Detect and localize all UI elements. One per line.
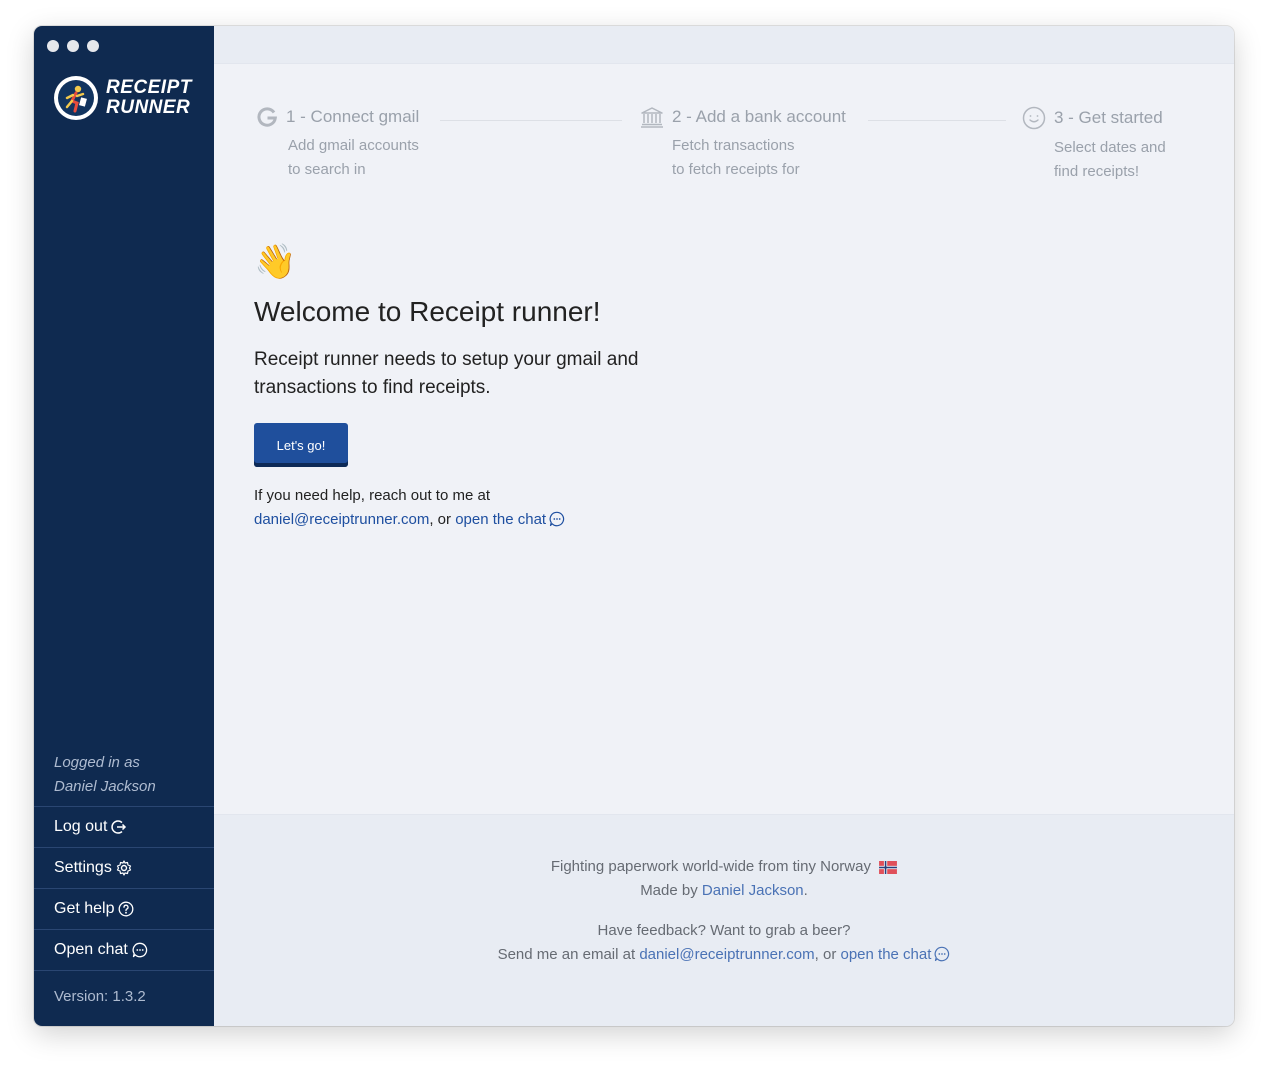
step-desc-line1: Fetch transactions [672, 137, 795, 154]
norway-flag-icon [879, 860, 898, 874]
email-link[interactable]: daniel@receiptrunner.com [254, 511, 429, 528]
period: . [803, 882, 808, 899]
step-get-started: 3 - Get started Select dates and find re… [1022, 106, 1166, 184]
get-help-label: Get help [54, 900, 115, 917]
step-connect-gmail: 1 - Connect gmail Add gmail accounts to … [256, 106, 419, 182]
open-chat-button[interactable]: Open chat [34, 929, 214, 971]
logout-button[interactable]: Log out [34, 806, 214, 847]
maximize-window-button[interactable] [87, 40, 99, 52]
step-add-bank: 2 - Add a bank account Fetch transaction… [640, 106, 846, 182]
user-name: Daniel Jackson [54, 778, 156, 795]
help-circle-icon [119, 901, 134, 917]
runner-logo-icon [54, 76, 98, 120]
footer-made-by: Made by Daniel Jackson. [214, 879, 1234, 903]
settings-button[interactable]: Settings [34, 847, 214, 888]
google-g-icon [257, 107, 277, 127]
open-chat-label: Open chat [54, 941, 128, 958]
top-bar [214, 26, 1234, 64]
help-text: If you need help, reach out to me at dan… [254, 484, 565, 532]
version-label: Version: 1.3.2 [54, 988, 146, 1005]
open-chat-link[interactable]: open the chat [455, 511, 565, 528]
or-text: , or [814, 946, 837, 963]
window-controls [47, 40, 99, 52]
footer-feedback: Have feedback? Want to grab a beer? [597, 922, 851, 939]
logo-line1: RECEIPT [106, 77, 192, 98]
logged-in-label: Logged in as [54, 754, 140, 771]
bank-icon [641, 107, 663, 128]
minimize-window-button[interactable] [67, 40, 79, 52]
logout-label: Log out [54, 818, 108, 835]
step-desc-line2: to search in [288, 161, 366, 178]
footer-open-chat-link[interactable]: open the chat [841, 946, 951, 963]
step-title: 3 - Get started [1054, 108, 1163, 127]
footer-email-link[interactable]: daniel@receiptrunner.com [639, 946, 814, 963]
step-connector [440, 120, 622, 121]
lets-go-button[interactable]: Let's go! [254, 423, 348, 467]
step-desc-line1: Add gmail accounts [288, 137, 419, 154]
help-intro: If you need help, reach out to me at [254, 487, 490, 504]
footer-chat-label: open the chat [840, 946, 932, 963]
gear-icon [116, 860, 131, 876]
footer-contact: Send me an email at daniel@receiptrunner… [214, 943, 1234, 967]
author-link[interactable]: Daniel Jackson [702, 882, 804, 899]
logout-icon [111, 820, 127, 834]
step-connector [868, 120, 1006, 121]
footer: Fighting paperwork world-wide from tiny … [214, 814, 1234, 1026]
open-chat-link-label: open the chat [455, 511, 547, 528]
welcome-intro: Receipt runner needs to setup your gmail… [254, 349, 639, 398]
logged-in-info: Logged in as Daniel Jackson [54, 751, 156, 799]
send-email-label: Send me an email at [497, 946, 636, 963]
step-title: 1 - Connect gmail [286, 107, 420, 126]
step-desc-line2: find receipts! [1054, 163, 1140, 180]
waving-hand-icon: 👋 [254, 243, 297, 281]
step-title: 2 - Add a bank account [672, 107, 846, 126]
close-window-button[interactable] [47, 40, 59, 52]
logo-text: RECEIPT RUNNER [106, 78, 192, 118]
settings-label: Settings [54, 859, 112, 876]
app-logo[interactable]: RECEIPT RUNNER [54, 76, 192, 120]
sidebar: RECEIPT RUNNER Logged in as Daniel Jacks… [34, 26, 214, 1026]
or-text: , or [429, 511, 452, 528]
step-desc-line2: to fetch receipts for [672, 161, 800, 178]
smiley-icon [1022, 106, 1046, 130]
made-by-label: Made by [640, 882, 698, 899]
logo-line2: RUNNER [106, 97, 191, 118]
step-desc-line1: Select dates and [1054, 139, 1166, 156]
footer-line1: Fighting paperwork world-wide from tiny … [550, 858, 871, 875]
get-help-button[interactable]: Get help [34, 888, 214, 929]
footer-tagline: Fighting paperwork world-wide from tiny … [214, 855, 1234, 879]
main-content: 1 - Connect gmail Add gmail accounts to … [214, 64, 1234, 814]
chat-icon [934, 946, 950, 962]
chat-icon [549, 511, 565, 527]
chat-icon [132, 942, 148, 958]
sidebar-nav: Log out Settings Get help Open chat [34, 806, 214, 971]
welcome-title: Welcome to Receipt runner! [254, 296, 601, 327]
app-window: RECEIPT RUNNER Logged in as Daniel Jacks… [34, 26, 1234, 1026]
